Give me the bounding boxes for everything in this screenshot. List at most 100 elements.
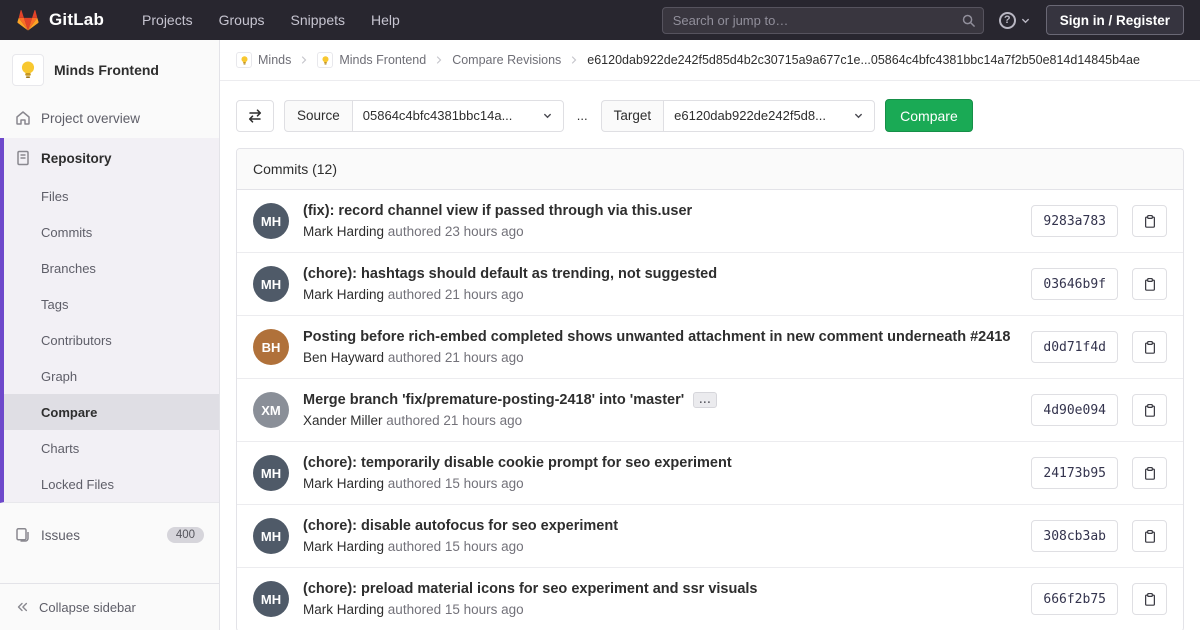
commit-author-avatar[interactable]: MH [253, 203, 289, 239]
commit-title-link[interactable]: (chore): disable autofocus for seo exper… [303, 518, 618, 534]
compare-button[interactable]: Compare [885, 99, 973, 132]
commit-row: MH (chore): hashtags should default as t… [237, 253, 1183, 316]
chevron-down-icon [542, 110, 553, 121]
sidebar-item-charts[interactable]: Charts [4, 430, 219, 466]
target-ref-dropdown[interactable]: e6120dab922de242f5d8... [663, 100, 875, 132]
commit-author-link[interactable]: Mark Harding [303, 602, 384, 617]
commit-title-link[interactable]: Posting before rich-embed completed show… [303, 329, 1010, 345]
commit-meta: Ben Hayward authored 21 hours ago [303, 350, 1017, 365]
double-chevron-left-icon [15, 600, 29, 614]
commits-panel: Commits (12) MH (fix): record channel vi… [236, 148, 1184, 630]
commit-description-toggle[interactable]: ... [693, 392, 717, 408]
sidebar-item-contributors[interactable]: Contributors [4, 322, 219, 358]
global-search [662, 7, 984, 34]
navbar-item-help[interactable]: Help [371, 12, 400, 28]
breadcrumb-project[interactable]: Minds Frontend [317, 52, 426, 68]
copy-commit-sha-button[interactable] [1132, 205, 1167, 237]
project-header[interactable]: Minds Frontend [0, 40, 219, 98]
top-navbar: GitLab Projects Groups Snippets Help ? S… [0, 0, 1200, 40]
sidebar-section-repository: Repository Files Commits Branches Tags C… [0, 138, 219, 503]
copy-commit-sha-button[interactable] [1132, 583, 1167, 615]
navbar-item-snippets[interactable]: Snippets [291, 12, 345, 28]
source-input-group: Source 05864c4bfc4381bbc14a... [284, 100, 564, 132]
commit-title-link[interactable]: (chore): hashtags should default as tren… [303, 266, 717, 282]
commit-title-link[interactable]: (chore): temporarily disable cookie prom… [303, 455, 732, 471]
commit-author-link[interactable]: Mark Harding [303, 476, 384, 491]
commit-sha[interactable]: 666f2b75 [1031, 583, 1118, 615]
commit-row: XM Merge branch 'fix/premature-posting-2… [237, 379, 1183, 442]
collapse-sidebar-button[interactable]: Collapse sidebar [0, 584, 219, 630]
commit-sha[interactable]: 4d90e094 [1031, 394, 1118, 426]
copy-commit-sha-button[interactable] [1132, 331, 1167, 363]
swap-revisions-button[interactable] [236, 100, 274, 132]
swap-icon [247, 108, 263, 124]
commit-meta: Mark Harding authored 15 hours ago [303, 602, 1017, 617]
commit-author-link[interactable]: Xander Miller [303, 413, 383, 428]
source-label: Source [284, 100, 352, 132]
help-dropdown[interactable]: ? [999, 12, 1031, 29]
source-ref-value: 05864c4bfc4381bbc14a... [363, 108, 513, 123]
commit-sha[interactable]: d0d71f4d [1031, 331, 1118, 363]
clipboard-icon [1143, 340, 1157, 355]
issues-count-badge: 400 [167, 527, 204, 543]
navbar-item-groups[interactable]: Groups [219, 12, 265, 28]
sign-in-button[interactable]: Sign in / Register [1046, 5, 1184, 35]
commit-sha[interactable]: 03646b9f [1031, 268, 1118, 300]
commit-author-link[interactable]: Ben Hayward [303, 350, 384, 365]
breadcrumb-group-label: Minds [258, 53, 291, 67]
copy-commit-sha-button[interactable] [1132, 268, 1167, 300]
commit-sha[interactable]: 9283a783 [1031, 205, 1118, 237]
chevron-right-icon [298, 54, 310, 66]
copy-commit-sha-button[interactable] [1132, 520, 1167, 552]
lightbulb-icon [239, 55, 250, 66]
commit-meta: Xander Miller authored 21 hours ago [303, 413, 1017, 428]
search-input[interactable] [662, 7, 984, 34]
project-sidebar: Minds Frontend Project overview Reposito… [0, 40, 220, 630]
commit-row: MH (fix): record channel view if passed … [237, 190, 1183, 253]
sidebar-item-files[interactable]: Files [4, 178, 219, 214]
commit-title-link[interactable]: Merge branch 'fix/premature-posting-2418… [303, 392, 684, 408]
commit-author-avatar[interactable]: MH [253, 266, 289, 302]
sidebar-item-branches[interactable]: Branches [4, 250, 219, 286]
commit-author-link[interactable]: Mark Harding [303, 539, 384, 554]
lightbulb-icon [17, 59, 39, 81]
project-avatar [12, 54, 44, 86]
sidebar-item-project-overview[interactable]: Project overview [0, 98, 219, 138]
sidebar-item-compare[interactable]: Compare [4, 394, 219, 430]
commit-title-link[interactable]: (chore): preload material icons for seo … [303, 581, 757, 597]
commit-meta: Mark Harding authored 15 hours ago [303, 539, 1017, 554]
commit-author-avatar[interactable]: MH [253, 518, 289, 554]
compare-separator: ... [577, 108, 588, 123]
commit-author-avatar[interactable]: BH [253, 329, 289, 365]
repository-subitems: Files Commits Branches Tags Contributors… [4, 178, 219, 502]
commit-author-link[interactable]: Mark Harding [303, 224, 384, 239]
commit-author-avatar[interactable]: MH [253, 581, 289, 617]
lightbulb-icon [320, 55, 331, 66]
breadcrumb-group[interactable]: Minds [236, 52, 291, 68]
issues-label: Issues [41, 528, 80, 543]
sidebar-item-commits[interactable]: Commits [4, 214, 219, 250]
main-content: Minds Minds Frontend Compare Revisions e… [220, 0, 1200, 630]
copy-commit-sha-button[interactable] [1132, 457, 1167, 489]
sidebar-item-issues[interactable]: Issues 400 [0, 515, 219, 555]
collapse-sidebar-label: Collapse sidebar [39, 600, 136, 615]
copy-commit-sha-button[interactable] [1132, 394, 1167, 426]
clipboard-icon [1143, 529, 1157, 544]
gitlab-home-link[interactable]: GitLab [16, 9, 104, 32]
sidebar-item-graph[interactable]: Graph [4, 358, 219, 394]
navbar-item-projects[interactable]: Projects [142, 12, 193, 28]
clipboard-icon [1143, 592, 1157, 607]
sidebar-item-locked-files[interactable]: Locked Files [4, 466, 219, 502]
commit-sha[interactable]: 308cb3ab [1031, 520, 1118, 552]
sidebar-item-repository[interactable]: Repository [4, 138, 219, 178]
commit-sha[interactable]: 24173b95 [1031, 457, 1118, 489]
breadcrumb-page[interactable]: Compare Revisions [452, 53, 561, 67]
sidebar-item-tags[interactable]: Tags [4, 286, 219, 322]
commit-author-avatar[interactable]: MH [253, 455, 289, 491]
source-ref-dropdown[interactable]: 05864c4bfc4381bbc14a... [352, 100, 564, 132]
commit-title-link[interactable]: (fix): record channel view if passed thr… [303, 203, 692, 219]
navbar-menu: Projects Groups Snippets Help [142, 12, 400, 28]
issues-icon [15, 527, 31, 543]
commit-author-link[interactable]: Mark Harding [303, 287, 384, 302]
commit-author-avatar[interactable]: XM [253, 392, 289, 428]
